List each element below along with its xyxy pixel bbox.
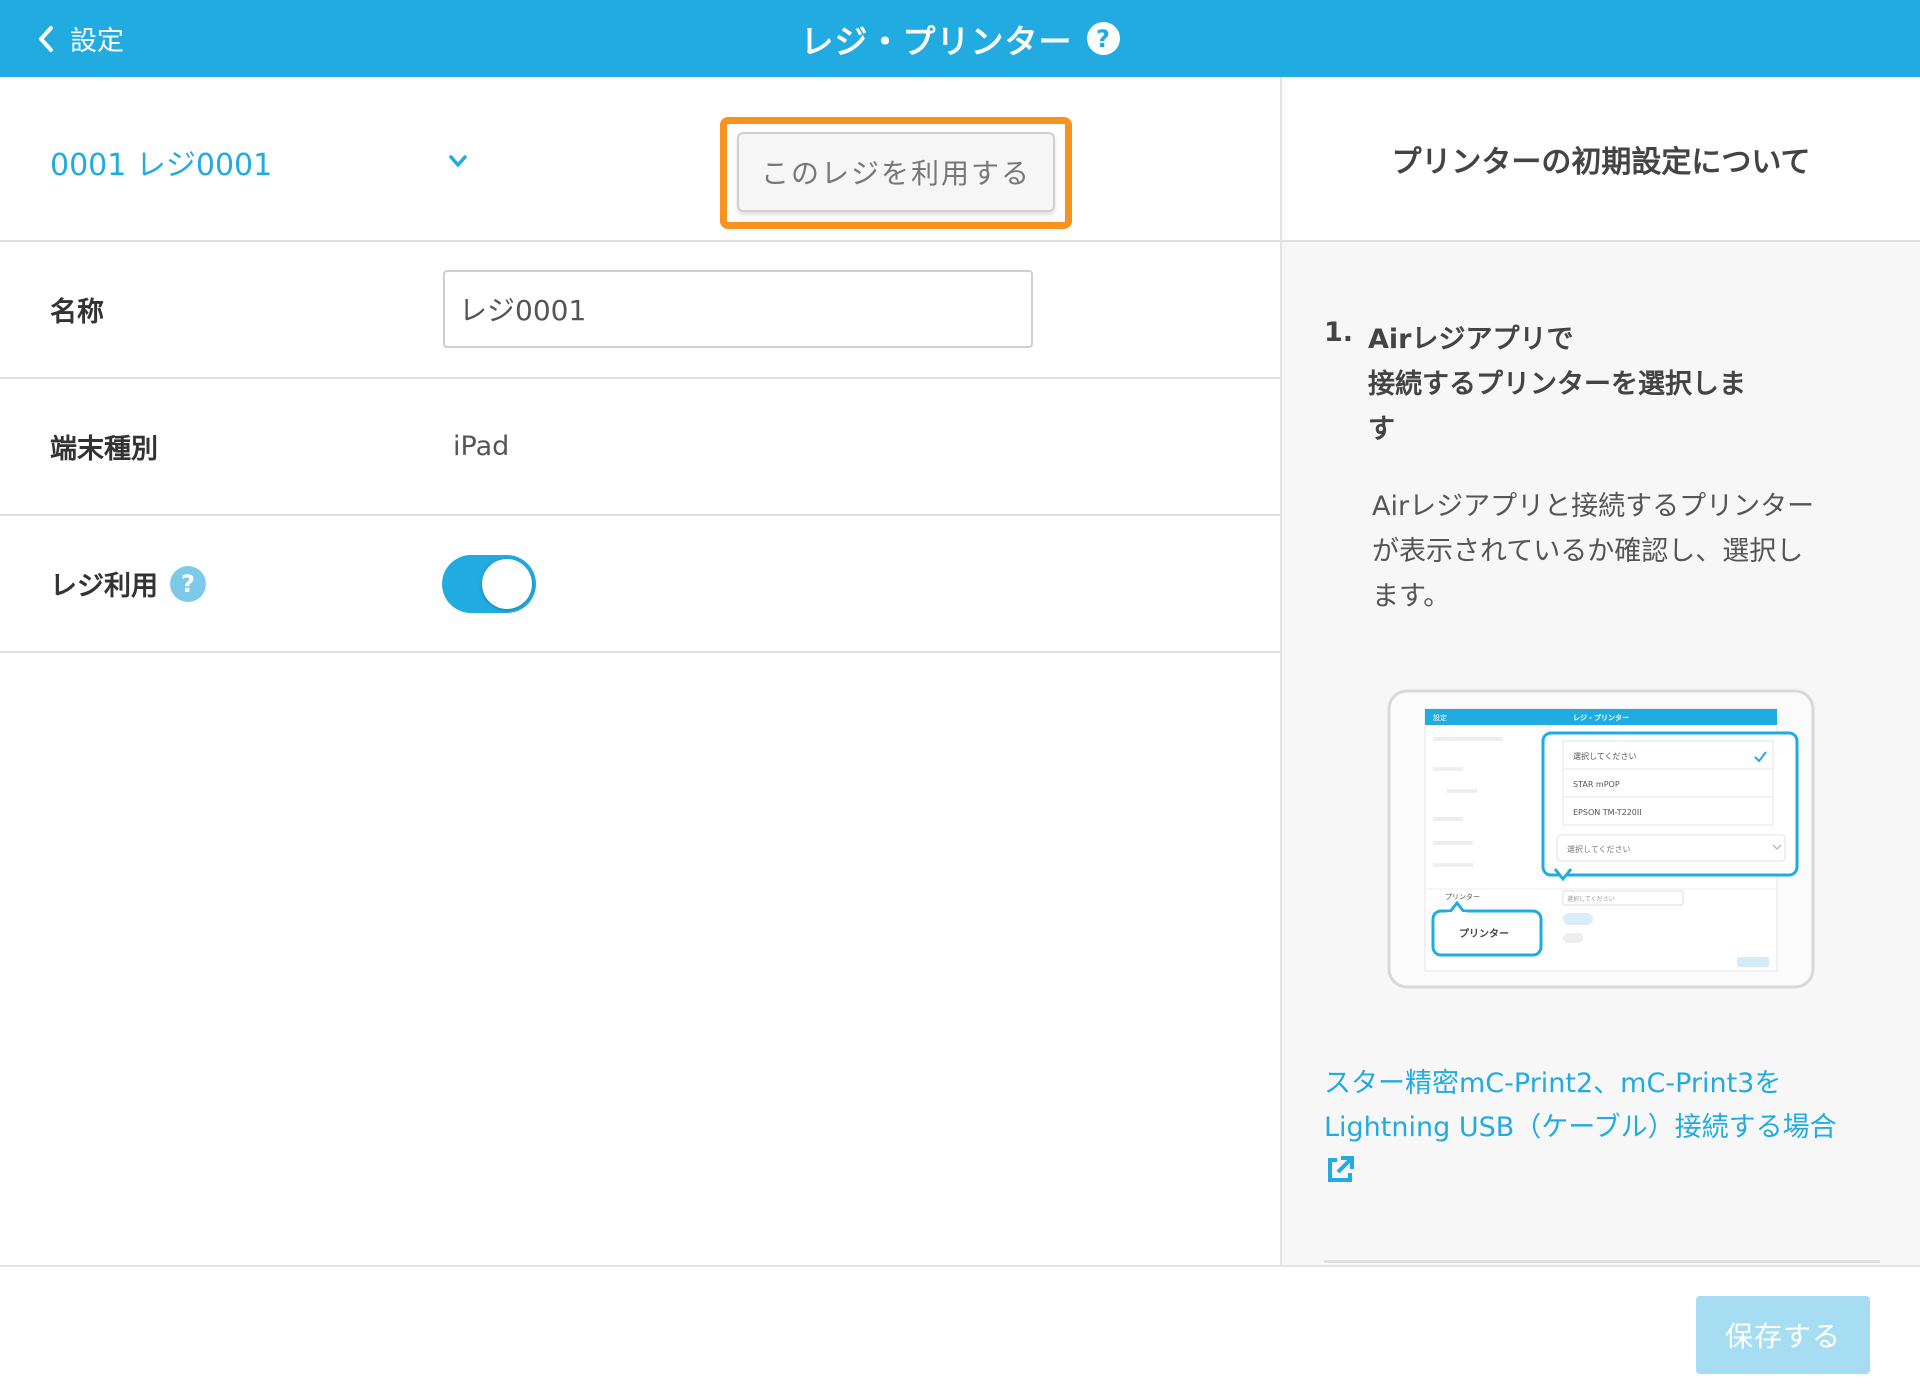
mini-option: STAR mPOP <box>1573 780 1620 789</box>
name-row: 名称 <box>0 242 1280 379</box>
register-dropdown[interactable]: 0001 レジ0001 <box>50 127 480 197</box>
link-line: Lightning USB（ケーブル）接続する場合 <box>1324 1112 1837 1143</box>
help-panel-bottom-divider <box>1324 1260 1880 1263</box>
device-type-row: 端末種別 iPad <box>0 379 1280 516</box>
step-description-line: Airレジアプリと接続するプリンター <box>1372 491 1815 522</box>
mini-save-button <box>1737 957 1769 967</box>
name-label: 名称 <box>50 297 104 328</box>
external-link-icon <box>1328 1156 1354 1182</box>
step-number: 1. <box>1324 317 1354 348</box>
mini-toggle <box>1563 913 1593 925</box>
help-panel-title: プリンターの初期設定について <box>1391 144 1811 180</box>
register-dropdown-value: 0001 レジ0001 <box>50 148 273 183</box>
mini-toggle-2 <box>1563 933 1583 943</box>
step-description: Airレジアプリと接続するプリンター が表示されているか確認し、選択し ます。 <box>1372 484 1872 619</box>
mini-callout-label: プリンター <box>1459 927 1509 940</box>
device-type-value: iPad <box>453 431 510 462</box>
title-area: レジ・プリンター ? <box>0 0 1920 77</box>
register-usage-label-group: レジ利用 ? <box>50 516 206 651</box>
device-type-label: 端末種別 <box>50 434 158 465</box>
register-selector-row: 0001 レジ0001 このレジを利用する <box>0 77 1280 242</box>
mini-option: EPSON TM-T220II <box>1573 808 1642 817</box>
help-panel-header: プリンターの初期設定について <box>1282 77 1920 242</box>
top-navigation-bar: 設定 レジ・プリンター ? <box>0 0 1920 77</box>
register-settings-panel: 0001 レジ0001 このレジを利用する 名称 端末種別 iPad レジ利用 … <box>0 77 1280 1265</box>
register-usage-row: レジ利用 ? <box>0 516 1280 653</box>
external-help-link[interactable]: スター精密mC-Print2、mC-Print3を Lightning USB（… <box>1324 1062 1884 1186</box>
mini-back-label: 設定 <box>1433 713 1447 722</box>
step-description-line: が表示されているか確認し、選択し <box>1372 536 1804 567</box>
step-title-line: Airレジアプリで <box>1368 324 1574 355</box>
save-button[interactable]: 保存する <box>1696 1296 1870 1374</box>
toggle-knob <box>482 559 532 609</box>
help-icon[interactable]: ? <box>1086 22 1120 55</box>
mini-option: 選択してください <box>1573 751 1637 761</box>
help-panel: プリンターの初期設定について 1. Airレジアプリで 接続するプリンターを選択… <box>1282 77 1920 1265</box>
name-input[interactable] <box>443 270 1033 348</box>
mini-title: レジ・プリンター <box>1573 713 1629 722</box>
step-title-line: 接続するプリンターを選択しま <box>1368 369 1746 400</box>
register-usage-toggle[interactable] <box>442 555 536 613</box>
use-this-register-button[interactable]: このレジを利用する <box>737 132 1055 212</box>
printer-selection-illustration: 設定 レジ・プリンター プリンター 選択してください 選択してください STAR… <box>1387 689 1815 989</box>
link-line: スター精密mC-Print2、mC-Print3を <box>1324 1068 1782 1099</box>
mini-row-label: プリンター <box>1445 892 1480 901</box>
register-usage-label: レジ利用 <box>50 571 158 602</box>
mini-small-select-text: 選択してください <box>1567 895 1615 903</box>
step-description-line: ます。 <box>1372 581 1451 612</box>
step-title-line: す <box>1368 414 1395 445</box>
mini-select-text: 選択してください <box>1567 844 1631 854</box>
page-title: レジ・プリンター <box>800 21 1073 61</box>
chevron-down-icon <box>449 155 467 167</box>
usage-help-icon[interactable]: ? <box>170 565 206 602</box>
step-title: Airレジアプリで 接続するプリンターを選択しま す <box>1368 317 1788 452</box>
footer-bar: 保存する <box>0 1265 1920 1400</box>
